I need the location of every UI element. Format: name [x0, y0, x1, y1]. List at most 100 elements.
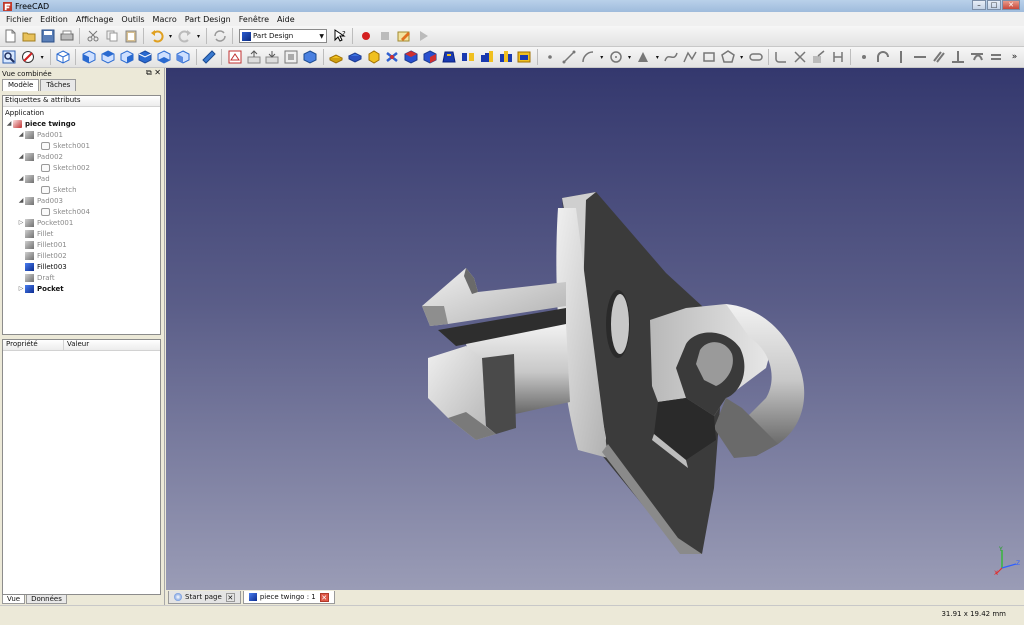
undo-dropdown[interactable]: ▾: [168, 28, 174, 44]
expand-toggle-icon[interactable]: ◢: [17, 153, 25, 160]
menu-macro[interactable]: Macro: [149, 15, 181, 24]
paste-button[interactable]: [123, 28, 139, 44]
mirrored-button[interactable]: [460, 49, 476, 65]
tree-item-row[interactable]: Fillet001: [3, 239, 160, 250]
sketch-slot-button[interactable]: [748, 49, 764, 65]
view-right-button[interactable]: [119, 49, 135, 65]
tree-item-row[interactable]: Draft: [3, 272, 160, 283]
tree-item-row[interactable]: ▷ Pocket: [3, 283, 160, 294]
workbench-selector[interactable]: Part Design ▼: [239, 29, 327, 43]
sketch-conic-button[interactable]: [636, 49, 652, 65]
sketch-construction-button[interactable]: [830, 49, 846, 65]
new-sketch-button[interactable]: [227, 49, 243, 65]
menu-outils[interactable]: Outils: [117, 15, 148, 24]
dock-controls[interactable]: ⧉ ✕: [146, 68, 161, 78]
save-button[interactable]: [40, 28, 56, 44]
refresh-button[interactable]: [212, 28, 228, 44]
constrain-tangent-button[interactable]: [969, 49, 985, 65]
pocket-button[interactable]: [347, 49, 363, 65]
view-rear-button[interactable]: [137, 49, 153, 65]
view-bottom-button[interactable]: [156, 49, 172, 65]
cut-button[interactable]: [85, 28, 101, 44]
tab-vue[interactable]: Vue: [2, 595, 26, 604]
tab-modele[interactable]: Modèle: [2, 79, 40, 91]
tree-item-row[interactable]: ◢ Pad001: [3, 129, 160, 140]
menu-affichage[interactable]: Affichage: [72, 15, 118, 24]
draw-style-dropdown[interactable]: ▾: [39, 49, 45, 65]
sketch-arc-button[interactable]: [580, 49, 596, 65]
expand-toggle-icon[interactable]: ▷: [17, 285, 25, 292]
tree-item-row[interactable]: Sketch004: [3, 206, 160, 217]
tree-item-row[interactable]: Sketch001: [3, 140, 160, 151]
collapse-icon[interactable]: ◢: [5, 120, 13, 127]
close-icon[interactable]: ✕: [225, 592, 235, 602]
tree-item-row[interactable]: Sketch: [3, 184, 160, 195]
tab-donnees[interactable]: Données: [26, 595, 67, 604]
constrain-point-on-object-button[interactable]: [875, 49, 891, 65]
constrain-perpendicular-button[interactable]: [950, 49, 966, 65]
open-file-button[interactable]: [21, 28, 37, 44]
sketch-rectangle-button[interactable]: [701, 49, 717, 65]
tree-item-row[interactable]: Fillet: [3, 228, 160, 239]
stop-macro-button[interactable]: [377, 28, 393, 44]
view-isometric-button[interactable]: [55, 49, 71, 65]
tree-item-row[interactable]: Fillet003: [3, 261, 160, 272]
edit-macro-button[interactable]: [396, 28, 412, 44]
constrain-vertical-button[interactable]: [894, 49, 910, 65]
tab-taches[interactable]: Tâches: [40, 79, 77, 91]
menu-part-design[interactable]: Part Design: [181, 15, 235, 24]
toolbar-overflow-button[interactable]: »: [1007, 49, 1023, 65]
tree-item-row[interactable]: ◢ Pad002: [3, 151, 160, 162]
redo-button[interactable]: [177, 28, 193, 44]
sketch-point-button[interactable]: [542, 49, 558, 65]
sketch-polyline-button[interactable]: [682, 49, 698, 65]
property-column-header[interactable]: Propriété: [3, 340, 64, 350]
sketch-polygon-button[interactable]: [720, 49, 736, 65]
revolution-button[interactable]: [366, 49, 382, 65]
sketch-conic-dropdown[interactable]: ▾: [654, 49, 660, 65]
sketch-fillet-button[interactable]: [773, 49, 789, 65]
close-button[interactable]: ✕: [1002, 0, 1020, 10]
run-macro-button[interactable]: [415, 28, 431, 44]
sketch-trim-button[interactable]: [792, 49, 808, 65]
tree-item-row[interactable]: ◢ Pad003: [3, 195, 160, 206]
expand-toggle-icon[interactable]: ◢: [17, 197, 25, 204]
expand-toggle-icon[interactable]: ▷: [17, 219, 25, 226]
minimize-button[interactable]: –: [972, 0, 986, 10]
constrain-equal-button[interactable]: [988, 49, 1004, 65]
constrain-parallel-button[interactable]: [931, 49, 947, 65]
view-top-button[interactable]: [100, 49, 116, 65]
view-front-button[interactable]: [81, 49, 97, 65]
polar-pattern-button[interactable]: [498, 49, 514, 65]
tree-item-row[interactable]: Fillet002: [3, 250, 160, 261]
validate-sketch-button[interactable]: [302, 49, 318, 65]
record-macro-button[interactable]: [358, 28, 374, 44]
new-file-button[interactable]: [2, 28, 18, 44]
constrain-coincident-button[interactable]: [856, 49, 872, 65]
menu-aide[interactable]: Aide: [273, 15, 299, 24]
print-button[interactable]: [59, 28, 75, 44]
draw-style-button[interactable]: [20, 49, 36, 65]
twingo-part-model[interactable]: [166, 68, 1024, 590]
draft-button[interactable]: [441, 49, 457, 65]
menu-fenetre[interactable]: Fenêtre: [235, 15, 273, 24]
map-sketch-button[interactable]: [265, 49, 281, 65]
menu-edition[interactable]: Edition: [36, 15, 72, 24]
close-icon[interactable]: ✕: [319, 592, 329, 602]
tree-item-row[interactable]: ◢ Pad: [3, 173, 160, 184]
sketch-polygon-dropdown[interactable]: ▾: [739, 49, 745, 65]
fit-all-button[interactable]: [2, 49, 18, 65]
chamfer-button[interactable]: [422, 49, 438, 65]
maximize-button[interactable]: □: [987, 0, 1001, 10]
fillet-button[interactable]: [403, 49, 419, 65]
menu-fichier[interactable]: Fichier: [2, 15, 36, 24]
pad-button[interactable]: [328, 49, 344, 65]
leave-sketch-button[interactable]: [246, 49, 262, 65]
doc-tab-piece-twingo[interactable]: piece twingo : 1 ✕: [242, 591, 335, 604]
sketch-bspline-button[interactable]: [663, 49, 679, 65]
3d-viewport[interactable]: Y Z X: [166, 68, 1024, 590]
measure-button[interactable]: [201, 49, 217, 65]
sketch-arc-dropdown[interactable]: ▾: [599, 49, 605, 65]
doc-tab-start-page[interactable]: Start page ✕: [168, 591, 241, 604]
constrain-horizontal-button[interactable]: [912, 49, 928, 65]
